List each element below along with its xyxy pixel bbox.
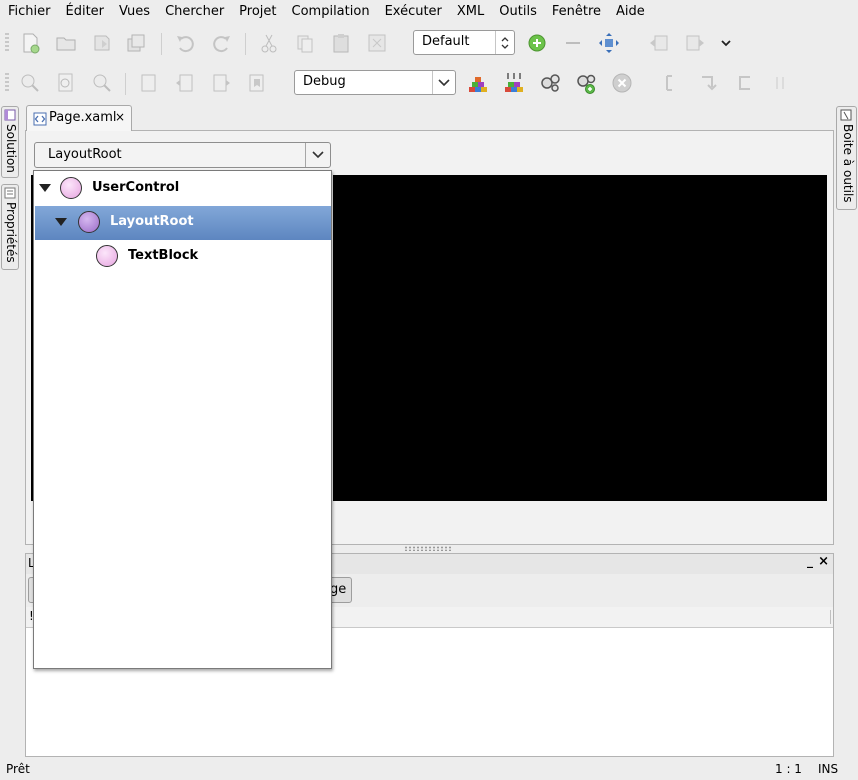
redo-icon[interactable] (210, 31, 234, 55)
chevron-down-icon (305, 143, 330, 167)
properties-pad-tab[interactable]: Propriétés (1, 184, 19, 270)
stop-icon[interactable] (610, 71, 634, 95)
xaml-file-icon (33, 112, 47, 126)
bookmark-clear-icon[interactable] (245, 71, 269, 95)
main-toolbar: Default (0, 25, 858, 61)
tree-row-usercontrol[interactable]: UserControl (35, 172, 331, 206)
build-toolbar: Debug (0, 65, 858, 101)
properties-pad-label: Propriétés (4, 202, 18, 263)
build-config-combo[interactable]: Debug (294, 70, 456, 95)
properties-icon (4, 187, 16, 199)
menu-projet[interactable]: Projet (231, 0, 283, 24)
solution-icon (4, 109, 16, 121)
toolbox-icon (840, 109, 852, 121)
run-gears-icon[interactable] (538, 71, 562, 95)
bookmark-next-icon[interactable] (209, 71, 233, 95)
toolbar-grip[interactable] (5, 33, 9, 53)
nav-back-icon[interactable] (647, 31, 671, 55)
new-file-icon[interactable] (18, 31, 42, 55)
tree-label: UserControl (92, 180, 180, 195)
tree-row-textblock[interactable]: TextBlock (35, 240, 331, 274)
menu-editer[interactable]: Éditer (58, 0, 112, 24)
add-circle-icon[interactable] (525, 31, 549, 55)
delete-icon[interactable] (365, 31, 389, 55)
bookmark-prev-icon[interactable] (173, 71, 197, 95)
cut-icon[interactable] (257, 31, 281, 55)
undo-icon[interactable] (173, 31, 197, 55)
menu-chercher[interactable]: Chercher (157, 0, 231, 24)
debug-gears-icon[interactable] (574, 71, 598, 95)
menu-outils[interactable]: Outils (491, 0, 544, 24)
menu-fichier[interactable]: Fichier (0, 0, 58, 24)
element-nav-combo[interactable]: LayoutRoot (34, 142, 331, 168)
expander-icon[interactable] (55, 218, 67, 226)
splitter-handle[interactable] (404, 546, 452, 551)
menu-bar: Fichier Éditer Vues Chercher Projet Comp… (0, 0, 858, 24)
toolbar-grip[interactable] (5, 73, 9, 93)
tab-close-icon[interactable]: × (115, 110, 125, 124)
menu-aide[interactable]: Aide (608, 0, 652, 24)
remove-icon[interactable] (561, 31, 585, 55)
zoom-icon[interactable] (18, 71, 42, 95)
step-into-icon[interactable] (660, 71, 684, 95)
step-over-icon[interactable] (696, 71, 720, 95)
menu-xml[interactable]: XML (449, 0, 491, 24)
build-icon[interactable] (466, 71, 490, 95)
status-message: Prêt (6, 762, 30, 776)
spin-arrows-icon (495, 31, 514, 54)
pad-close-button[interactable]: × (818, 554, 829, 569)
expander-icon[interactable] (39, 184, 51, 192)
save-icon[interactable] (90, 31, 114, 55)
step-out-icon[interactable] (732, 71, 756, 95)
design-canvas[interactable] (333, 175, 827, 501)
toolbox-pad-label: Boite à outils (841, 124, 855, 203)
layout-combo[interactable]: Default (413, 30, 515, 55)
menu-executer[interactable]: Exécuter (377, 0, 449, 24)
tree-label: TextBlock (128, 248, 199, 263)
chevron-down-icon (432, 71, 455, 94)
tree-row-layoutroot[interactable]: LayoutRoot (35, 206, 331, 240)
status-bar: Prêt 1 : 1 INS (0, 760, 858, 780)
menu-vues[interactable]: Vues (111, 0, 157, 24)
open-folder-icon[interactable] (54, 31, 78, 55)
find-replace-icon[interactable] (90, 71, 114, 95)
overflow-chevron-icon[interactable] (714, 31, 738, 55)
paste-icon[interactable] (329, 31, 353, 55)
build-config-value: Debug (303, 74, 346, 89)
menu-fenetre[interactable]: Fenêtre (544, 0, 608, 24)
tab-page-xaml[interactable]: Page.xaml × (26, 105, 132, 131)
pause-icon[interactable] (768, 71, 792, 95)
nav-forward-icon[interactable] (683, 31, 707, 55)
bookmark-toggle-icon[interactable] (137, 71, 161, 95)
find-file-icon[interactable] (54, 71, 78, 95)
node-circle-icon (78, 211, 100, 233)
element-nav-value: LayoutRoot (48, 147, 122, 162)
solution-pad-label: Solution (4, 124, 18, 173)
toolbox-pad-tab[interactable]: Boite à outils (836, 106, 857, 210)
element-tree-popup: UserControl LayoutRoot TextBlock (33, 170, 332, 669)
pad-minimize-button[interactable]: _ (807, 554, 813, 568)
layout-combo-value: Default (422, 34, 470, 49)
rebuild-icon[interactable] (502, 71, 526, 95)
copy-icon[interactable] (293, 31, 317, 55)
column-divider (830, 610, 831, 624)
cursor-position: 1 : 1 (775, 762, 802, 776)
node-circle-icon (96, 245, 118, 267)
menu-compilation[interactable]: Compilation (284, 0, 377, 24)
tree-label: LayoutRoot (110, 214, 194, 229)
insert-mode: INS (818, 762, 839, 776)
tab-label: Page.xaml (49, 110, 117, 125)
node-circle-icon (60, 177, 82, 199)
save-all-icon[interactable] (125, 31, 149, 55)
fit-arrows-icon[interactable] (597, 31, 621, 55)
solution-pad-tab[interactable]: Solution (1, 106, 19, 178)
